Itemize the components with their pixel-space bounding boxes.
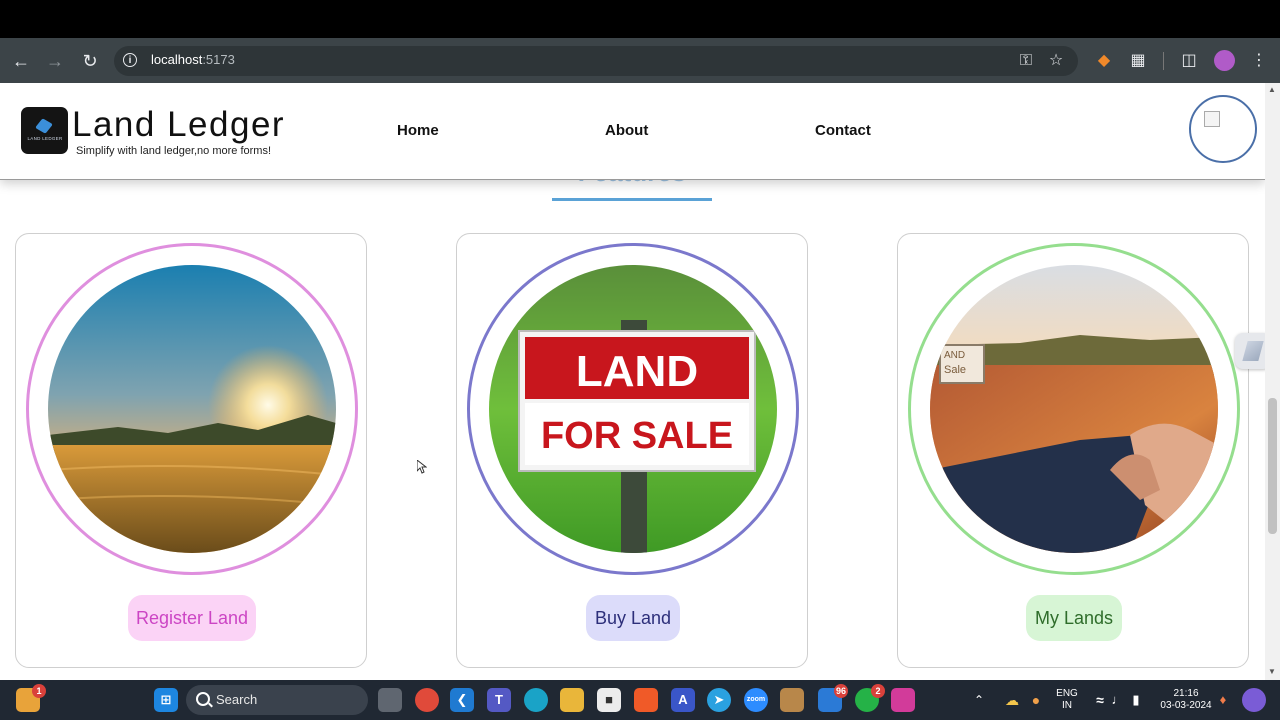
screen-top-bar [0, 0, 1280, 38]
arrow-left-icon[interactable]: ← [9, 49, 33, 73]
star-icon[interactable]: ☆ [1046, 51, 1066, 71]
chrome-icon[interactable] [415, 688, 439, 712]
browser-toolbar: ← → ↻ i localhost:5173 ⚿ ☆ ◆ ▦ ◫ ⋮ [0, 38, 1280, 83]
onedrive-icon[interactable]: ☁ [1000, 688, 1024, 712]
kebab-menu-icon[interactable]: ⋮ [1249, 51, 1269, 71]
store-icon[interactable]: ■ [597, 688, 621, 712]
puzzle-icon[interactable]: ▦ [1128, 51, 1148, 71]
scroll-down-icon[interactable]: ▼ [1268, 667, 1276, 676]
app-icon-mail[interactable]: 96 [818, 684, 848, 712]
broken-image-icon [1204, 111, 1220, 127]
zoom-icon[interactable]: zoom [744, 688, 768, 712]
url-port: :5173 [202, 52, 235, 67]
task-view-icon[interactable] [378, 688, 402, 712]
nav-about[interactable]: About [605, 122, 648, 139]
nav-contact[interactable]: Contact [815, 122, 871, 139]
key-icon[interactable]: ⚿ [1016, 51, 1036, 71]
my-lands-button[interactable]: My Lands [1026, 595, 1122, 641]
whatsapp-icon[interactable]: 2 [855, 684, 885, 712]
search-label: Search [216, 692, 258, 707]
clock[interactable]: 21:16 03-03-2024 [1156, 688, 1216, 712]
toolbar-divider [1163, 52, 1164, 70]
language-indicator[interactable]: ENG IN [1052, 688, 1082, 712]
package-icon[interactable] [780, 688, 804, 712]
info-icon[interactable]: i [123, 53, 137, 67]
page-scrollbar[interactable]: ▲ ▼ [1265, 83, 1280, 680]
user-avatar[interactable] [1189, 95, 1257, 163]
mouse-cursor-icon [416, 458, 428, 479]
clock-time: 21:16 [1173, 688, 1199, 699]
site-header: LAND LEDGER Land Ledger Simplify with la… [0, 83, 1265, 180]
brave-icon[interactable] [634, 688, 658, 712]
file-explorer-icon[interactable] [560, 688, 584, 712]
side-panel-icon[interactable]: ◫ [1179, 51, 1199, 71]
sign-text-land: LAND [576, 347, 698, 396]
card-my-lands: AND Sale My Lands [897, 233, 1249, 668]
card-register-land: Register Land [15, 233, 367, 668]
profile-avatar-icon[interactable] [1214, 50, 1235, 71]
windows-taskbar: 1 ⊞ Search ❮ T ■ A ➤ zoom 96 2 ⌃ ☁ ● ENG… [0, 680, 1280, 720]
microphone-icon[interactable]: ● [1024, 688, 1048, 712]
nav-home[interactable]: Home [397, 122, 439, 139]
teams-icon[interactable]: T [487, 688, 511, 712]
brand-name: Land Ledger [72, 105, 286, 144]
windows-start-icon[interactable]: ⊞ [154, 688, 178, 712]
small-sign-text-1: AND [944, 350, 965, 361]
web-page: LAND LEDGER Land Ledger Simplify with la… [0, 83, 1265, 680]
scrollbar-thumb[interactable] [1268, 398, 1277, 534]
url-host: localhost [151, 52, 203, 67]
battery-icon[interactable]: ▮ [1124, 688, 1148, 712]
logo-text: LAND LEDGER [27, 136, 63, 141]
logo[interactable]: LAND LEDGER [21, 107, 68, 154]
lang-bottom: IN [1062, 700, 1072, 711]
cube-icon [35, 118, 53, 134]
telegram-icon[interactable]: ➤ [707, 688, 731, 712]
features-underline [552, 198, 712, 201]
edge-icon[interactable] [524, 688, 548, 712]
app-icon-a[interactable]: A [671, 688, 695, 712]
buy-land-button[interactable]: Buy Land [586, 595, 680, 641]
sign-text-for-sale: FOR SALE [541, 415, 733, 457]
app-icon-pink[interactable] [891, 688, 915, 712]
vscode-icon[interactable]: ❮ [450, 688, 474, 712]
card-buy-land: LAND FOR SALE Buy Land [456, 233, 808, 668]
floating-widget-icon[interactable] [1235, 333, 1265, 369]
land-for-sale-image: LAND FOR SALE [489, 265, 777, 553]
small-sign-text-2: Sale [944, 364, 966, 376]
tagline: Simplify with land ledger,no more forms! [76, 145, 272, 157]
taskbar-search[interactable]: Search [186, 685, 368, 715]
fox-extension-icon[interactable]: ◆ [1094, 51, 1114, 71]
url-text[interactable]: localhost:5173 [151, 52, 235, 67]
scroll-up-icon[interactable]: ▲ [1268, 85, 1276, 94]
arrow-right-icon[interactable]: → [43, 49, 67, 73]
register-land-button[interactable]: Register Land [128, 595, 256, 641]
weather-widget-icon[interactable]: 1 [16, 684, 46, 712]
notification-badge: 1 [32, 684, 46, 698]
handshake-land-image: AND Sale [930, 265, 1218, 553]
search-icon [196, 692, 210, 706]
tray-expand-icon[interactable]: ⌃ [974, 694, 984, 706]
app-badge-2: 2 [871, 684, 885, 698]
sunset-field-image [48, 265, 336, 553]
lang-top: ENG [1056, 688, 1078, 699]
copilot-icon[interactable] [1242, 688, 1266, 712]
notifications-bell-icon[interactable]: ♦ [1211, 688, 1235, 712]
clock-date: 03-03-2024 [1160, 700, 1212, 711]
app-badge-96: 96 [833, 684, 848, 698]
reload-icon[interactable]: ↻ [78, 49, 102, 73]
address-bar[interactable]: i localhost:5173 ⚿ ☆ [114, 46, 1078, 76]
